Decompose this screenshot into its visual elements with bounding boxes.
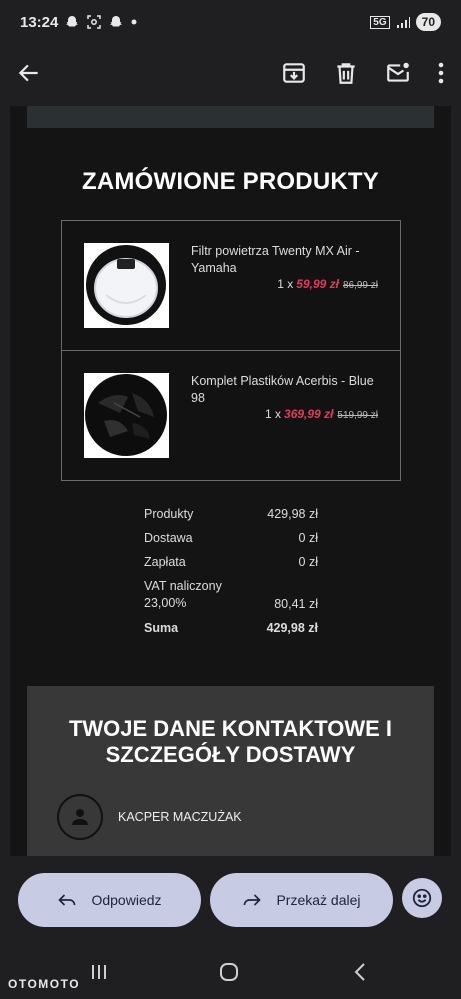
summary-row: Zapłata 0 zł	[144, 554, 318, 570]
mail-unread-icon[interactable]	[385, 60, 411, 86]
system-nav-bar: OTOMOTO	[0, 944, 461, 999]
more-vert-icon[interactable]	[437, 62, 445, 84]
summary-value: 0 zł	[298, 531, 318, 545]
summary-label: Dostawa	[144, 531, 193, 545]
summary-row: Dostawa 0 zł	[144, 530, 318, 546]
emoji-icon	[411, 887, 433, 909]
summary-value: 0 zł	[298, 555, 318, 569]
email-body: ZAMÓWIONE PRODUKTY Filtr powietrza Twent…	[10, 106, 451, 856]
back-nav-icon[interactable]	[350, 961, 370, 983]
clock: 13:24	[20, 13, 59, 31]
summary-label: Zapłata	[144, 555, 186, 569]
signal-icon	[396, 15, 410, 29]
summary-row: Produkty 429,98 zł	[144, 506, 318, 522]
product-card: Filtr powietrza Twenty MX Air - Yamaha 1…	[61, 220, 401, 351]
summary-value: 429,98 zł	[266, 621, 318, 635]
contact-heading: TWOJE DANE KONTAKTOWE I SZCZEGÓŁY DOSTAW…	[68, 716, 393, 767]
emoji-reaction-button[interactable]	[402, 878, 442, 918]
status-bar: 13:24 5G 70	[0, 0, 461, 44]
email-toolbar	[0, 44, 461, 102]
old-price: 86,99 zł	[342, 280, 378, 291]
product-name[interactable]: Komplet Plastików Acerbis - Blue 98	[191, 373, 381, 407]
sale-price: 369,99 zł	[284, 407, 334, 421]
product-card: Komplet Plastików Acerbis - Blue 98 1 x3…	[61, 350, 401, 481]
snapchat-icon-2	[108, 14, 124, 30]
watermark: OTOMOTO	[8, 977, 81, 991]
product-price: 1 x 59,99 zł 86,99 zł	[277, 277, 378, 291]
forward-button[interactable]: Przekaż dalej	[210, 873, 393, 927]
sale-price: 59,99 zł	[296, 277, 339, 291]
product-image-plastics-kit[interactable]	[84, 373, 169, 458]
arrow-left-icon[interactable]	[16, 60, 42, 86]
forward-label: Przekaż dalej	[276, 892, 361, 908]
reply-button[interactable]: Odpowiedz	[18, 873, 201, 927]
product-price: 1 x 369,99 zł 519,99 zł	[265, 407, 378, 421]
summary-label: VAT naliczony 23,00%	[144, 579, 222, 610]
reply-icon	[57, 890, 77, 910]
forward-icon	[242, 890, 262, 910]
battery-indicator: 70	[415, 13, 441, 31]
product-name[interactable]: Filtr powietrza Twenty MX Air - Yamaha	[191, 243, 381, 277]
archive-icon[interactable]	[281, 60, 307, 86]
order-summary: Produkty 429,98 zł Dostawa 0 zł Zapłata …	[144, 506, 318, 644]
old-price: 519,99 zł	[337, 410, 378, 421]
product-qty: 1 x	[277, 277, 294, 291]
summary-value: 429,98 zł	[267, 507, 318, 521]
notification-dot-icon	[130, 18, 138, 26]
contact-section: TWOJE DANE KONTAKTOWE I SZCZEGÓŁY DOSTAW…	[27, 686, 434, 856]
trash-icon[interactable]	[333, 60, 359, 86]
screenshot-icon	[86, 14, 102, 30]
ordered-products-heading: ZAMÓWIONE PRODUKTY	[82, 168, 379, 195]
header-strip	[27, 106, 434, 128]
reply-label: Odpowiedz	[91, 892, 162, 908]
contact-name: KACPER MACZUŻAK	[118, 810, 242, 824]
summary-total-row: Suma 429,98 zł	[144, 620, 318, 636]
snapchat-icon	[64, 14, 80, 30]
person-icon	[57, 794, 103, 840]
home-icon[interactable]	[218, 961, 240, 983]
summary-row: VAT naliczony 23,00% 80,41 zł	[144, 578, 318, 612]
summary-label: Suma	[144, 621, 179, 635]
recent-apps-icon[interactable]	[89, 962, 109, 982]
reply-bar: Odpowiedz Przekaż dalej	[0, 856, 461, 944]
network-badge: 5G	[370, 15, 390, 29]
product-image-air-filter[interactable]	[84, 243, 169, 328]
summary-label: Produkty	[144, 507, 194, 521]
summary-value: 80,41 zł	[274, 597, 318, 611]
product-qty: 1 x	[265, 407, 282, 421]
